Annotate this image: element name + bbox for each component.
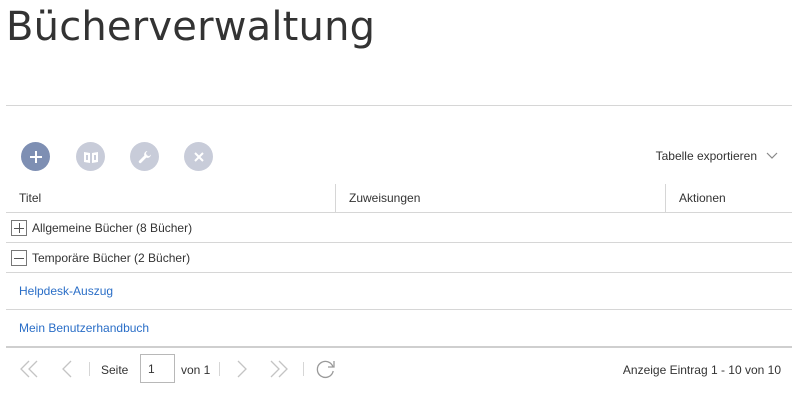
collapse-icon[interactable] <box>11 249 27 266</box>
group-label: Allgemeine Bücher (8 Bücher) <box>32 220 193 235</box>
column-resizer[interactable] <box>665 184 666 212</box>
pagination-range-info: Anzeige Eintrag 1 - 10 von 10 <box>622 363 781 377</box>
plus-icon <box>29 150 42 163</box>
pagination-bar: Seite von 1 Anzeige Eintrag 1 - 10 von 1… <box>0 352 800 386</box>
double-chevron-right-icon <box>270 360 288 378</box>
expand-icon[interactable] <box>11 219 27 236</box>
books-table: Titel Zuweisungen Aktionen Allgemeine Bü… <box>6 184 792 348</box>
page-count-label: von 1 <box>181 363 211 377</box>
page-title: Bücherverwaltung <box>6 4 376 50</box>
group-row-temporary[interactable]: Temporäre Bücher (2 Bücher) <box>6 243 792 273</box>
wrench-icon <box>138 150 151 163</box>
next-page-button[interactable] <box>234 356 250 382</box>
pager-divider <box>219 362 220 376</box>
group-row-general[interactable]: Allgemeine Bücher (8 Bücher) <box>6 213 792 243</box>
book-link[interactable]: Mein Benutzerhandbuch <box>19 321 149 335</box>
add-book-button[interactable] <box>21 142 50 171</box>
title-divider <box>6 105 792 106</box>
table-row: Mein Benutzerhandbuch <box>6 310 792 348</box>
refresh-button[interactable] <box>314 356 338 382</box>
column-header-actions: Aktionen <box>679 191 726 205</box>
column-header-title[interactable]: Titel <box>19 184 41 212</box>
delete-button[interactable] <box>184 142 213 171</box>
toolbar: Tabelle exportieren <box>0 140 800 174</box>
double-chevron-left-icon <box>20 360 38 378</box>
close-icon <box>193 151 204 162</box>
books-icon <box>83 151 98 163</box>
chevron-left-icon <box>62 360 72 378</box>
refresh-icon <box>316 360 335 379</box>
page-number-input[interactable] <box>140 354 175 383</box>
last-page-button[interactable] <box>268 356 290 382</box>
previous-page-button[interactable] <box>59 356 75 382</box>
pager-divider <box>303 362 304 376</box>
column-resizer[interactable] <box>335 184 336 212</box>
table-row: Helpdesk-Auszug <box>6 273 792 310</box>
table-header: Titel Zuweisungen Aktionen <box>6 184 792 213</box>
chevron-right-icon <box>237 360 247 378</box>
chevron-down-icon <box>766 152 778 159</box>
pager-divider <box>89 362 90 376</box>
edit-button[interactable] <box>130 142 159 171</box>
column-header-assignments[interactable]: Zuweisungen <box>349 184 420 212</box>
first-page-button[interactable] <box>18 356 40 382</box>
books-button[interactable] <box>76 142 105 171</box>
export-table-dropdown[interactable]: Tabelle exportieren <box>656 149 778 163</box>
export-label: Tabelle exportieren <box>655 149 757 163</box>
group-label: Temporäre Bücher (2 Bücher) <box>32 250 191 265</box>
page-label: Seite <box>101 363 129 377</box>
book-link[interactable]: Helpdesk-Auszug <box>19 284 113 298</box>
